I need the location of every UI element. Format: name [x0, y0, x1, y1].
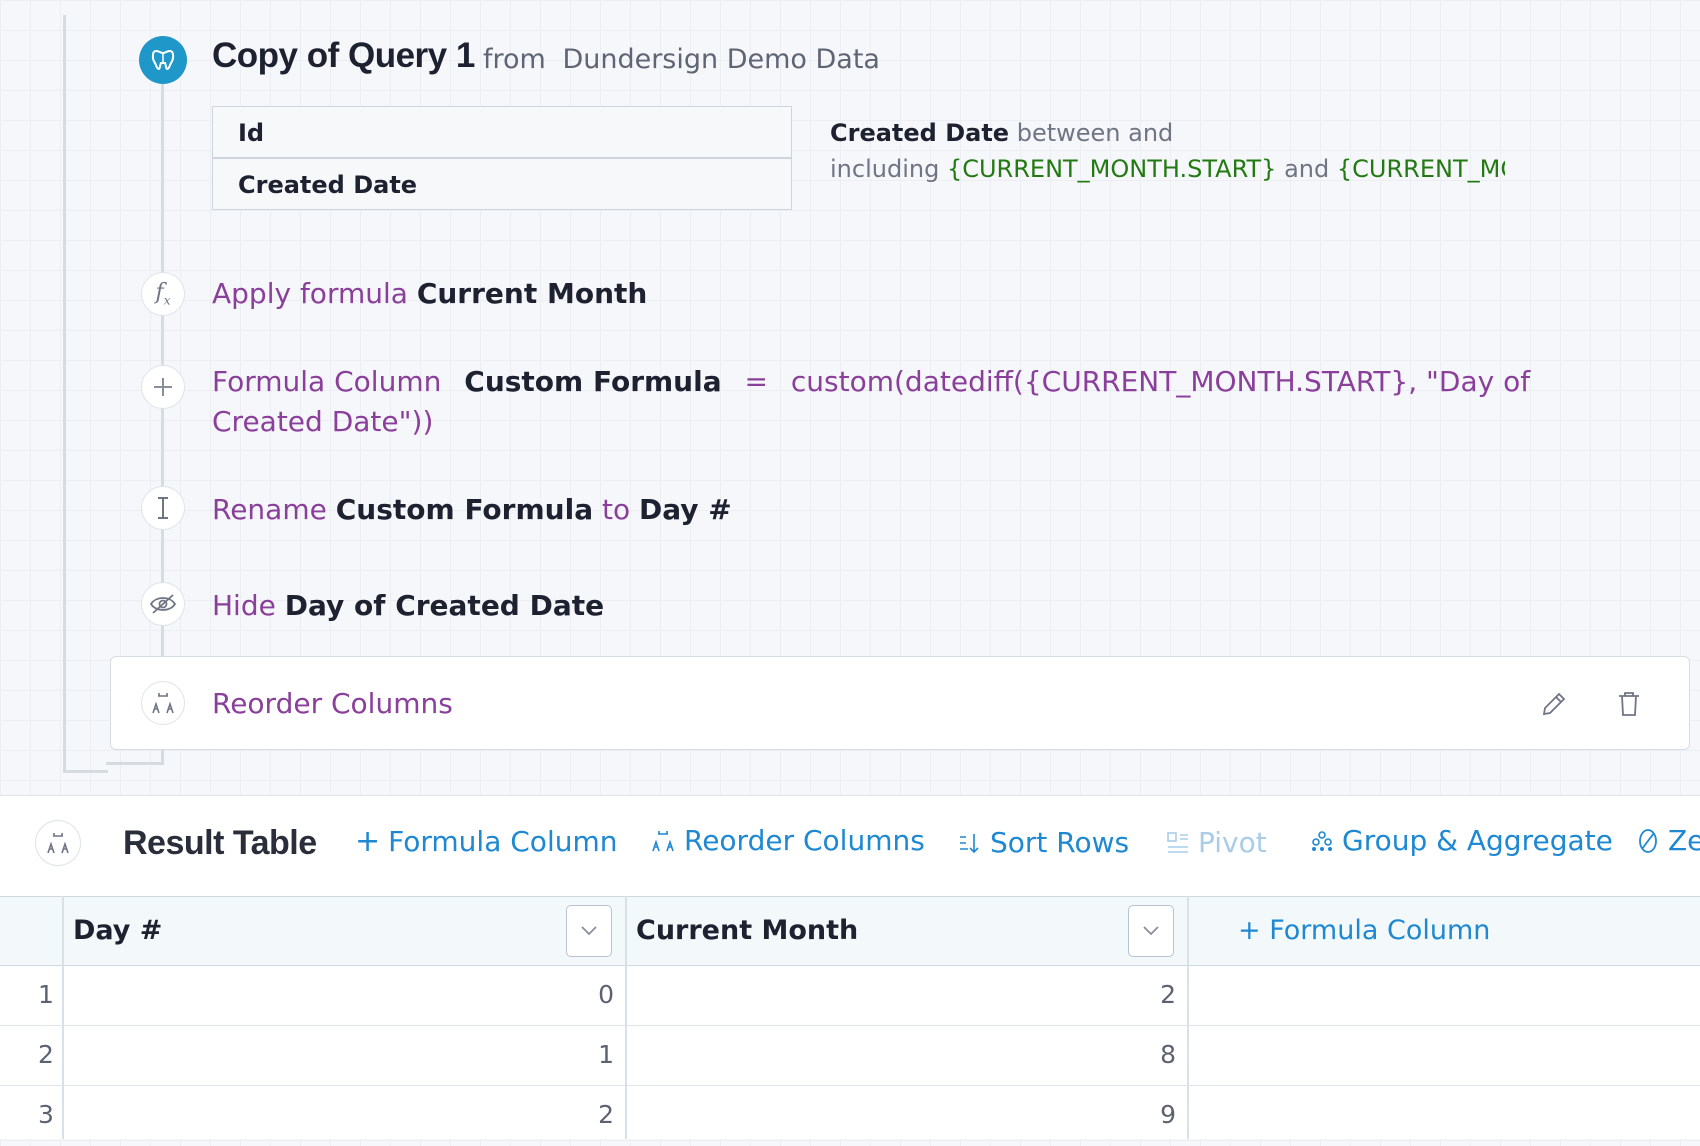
button-label: Pivot: [1198, 826, 1267, 859]
table-row: 3 2 9: [0, 1086, 1700, 1146]
reorder-icon: [652, 830, 674, 851]
toolbar-reorder-columns-button[interactable]: Reorder Columns: [650, 824, 925, 857]
rename-from: Custom Formula: [335, 493, 594, 526]
row-number: 3: [38, 1100, 54, 1129]
elephant-icon: [151, 49, 175, 71]
pipeline-connector: [106, 762, 164, 765]
rename-cursor-icon[interactable]: [141, 486, 185, 530]
reorder-icon: [141, 681, 185, 725]
formula-expression-continued: Created Date")): [212, 405, 433, 438]
eye-slash-icon[interactable]: [141, 582, 185, 626]
step-target: Current Month: [416, 277, 648, 310]
cell-current-month[interactable]: 8: [1160, 1040, 1176, 1069]
step-action: Formula Column: [212, 365, 442, 398]
column-header-label: Day #: [73, 915, 163, 946]
step-apply-formula[interactable]: Apply formula Current Month: [212, 277, 647, 310]
cell-day[interactable]: 2: [598, 1100, 614, 1129]
plus-icon: +: [1238, 915, 1261, 946]
column-header-label: Current Month: [636, 915, 859, 946]
result-table-title: Result Table: [123, 824, 317, 862]
button-label: Ze: [1668, 824, 1700, 857]
table-row: 2 1 8: [0, 1026, 1700, 1086]
add-formula-column-header[interactable]: + Formula Column: [1188, 896, 1700, 966]
result-table-icon: [35, 820, 81, 866]
step-action: Reorder Columns: [212, 687, 453, 720]
filter-line-2: including {CURRENT_MONTH.START} and {CUR…: [830, 155, 1505, 183]
from-label: from: [483, 44, 546, 75]
trash-icon[interactable]: [1612, 687, 1646, 721]
result-table-panel: Result Table + Formula Column Reorder Co…: [0, 795, 1700, 1139]
button-label: Sort Rows: [990, 826, 1130, 859]
filter-including: including: [830, 155, 940, 183]
sort-icon: [960, 833, 979, 853]
postgres-icon[interactable]: [139, 36, 187, 84]
cell-day[interactable]: 1: [598, 1040, 614, 1069]
table-row: 1 0 2: [0, 966, 1700, 1026]
toolbar-formula-column-button[interactable]: + Formula Column: [355, 824, 618, 859]
rename-to: Day #: [639, 493, 732, 526]
toolbar-pivot-button[interactable]: Pivot: [1166, 826, 1267, 859]
group-icon: [1312, 830, 1332, 851]
formula-fx-icon[interactable]: fx: [141, 272, 185, 316]
filter-end-variable: {CURRENT_MONTI: [1336, 155, 1505, 183]
formula-equals: =: [744, 365, 768, 398]
formula-expression: custom(datediff({CURRENT_MONTH.START}, "…: [790, 365, 1531, 398]
cell-current-month[interactable]: 9: [1160, 1100, 1176, 1129]
filter-field: Created Date: [830, 119, 1010, 147]
field-created-date[interactable]: Created Date: [212, 158, 792, 210]
chevron-down-icon: [581, 926, 597, 936]
source-name: Dundersign Demo Data: [562, 44, 880, 75]
chevron-down-icon: [1143, 926, 1159, 936]
pivot-icon: [1167, 831, 1188, 853]
button-label: Reorder Columns: [684, 824, 925, 857]
field-label: Id: [238, 119, 265, 147]
add-formula-column-button[interactable]: + Formula Column: [1238, 915, 1490, 946]
step-reorder-columns-card[interactable]: Reorder Columns: [110, 656, 1690, 750]
query-source[interactable]: from Dundersign Demo Data: [483, 44, 880, 75]
button-label: Group & Aggregate: [1342, 824, 1613, 857]
toolbar-group-aggregate-button[interactable]: Group & Aggregate: [1310, 824, 1613, 857]
step-action: Hide: [212, 589, 276, 622]
filter-and: and: [1284, 155, 1330, 183]
row-number: 1: [38, 980, 54, 1009]
step-rename[interactable]: Rename Custom Formula to Day #: [212, 493, 732, 526]
toolbar-zero-fill-button[interactable]: Ze: [1636, 824, 1700, 857]
result-grid: Day # Current Month + Formula Column 1 0…: [0, 896, 1700, 1139]
plus-icon[interactable]: [141, 365, 185, 409]
filter-start-variable: {CURRENT_MONTH.START}: [946, 155, 1277, 183]
cell-current-month[interactable]: 2: [1160, 980, 1176, 1009]
field-id[interactable]: Id: [212, 106, 792, 158]
step-action: Apply formula: [212, 277, 408, 310]
column-divider: [62, 896, 64, 1139]
column-header-day[interactable]: Day #: [63, 896, 626, 966]
row-number: 2: [38, 1040, 54, 1069]
plus-icon: +: [355, 824, 381, 859]
query-title[interactable]: Copy of Query 1: [212, 36, 475, 76]
column-divider: [1187, 896, 1189, 1139]
button-label: Formula Column: [1269, 915, 1491, 946]
cell-day[interactable]: 0: [598, 980, 614, 1009]
step-formula-column[interactable]: Formula Column Custom Formula = custom(d…: [212, 365, 1530, 398]
step-hide[interactable]: Hide Day of Created Date: [212, 589, 604, 622]
step-action: Rename: [212, 493, 327, 526]
step-label: Reorder Columns: [212, 687, 453, 720]
column-dropdown-button[interactable]: [566, 905, 612, 957]
hide-target: Day of Created Date: [284, 589, 605, 622]
toolbar-sort-rows-button[interactable]: Sort Rows: [958, 826, 1129, 859]
column-header-current-month[interactable]: Current Month: [626, 896, 1188, 966]
button-label: Formula Column: [388, 825, 618, 858]
formula-name: Custom Formula: [464, 365, 722, 398]
filter-operator: between and: [1016, 119, 1174, 147]
formula-expression-tail: Created Date")): [212, 405, 434, 438]
column-divider: [625, 896, 627, 1139]
rename-to-word: to: [602, 493, 631, 526]
pipeline-outer-line: [63, 15, 66, 773]
pipeline-bottom-line: [63, 770, 108, 773]
row-number-header: [0, 896, 63, 966]
column-dropdown-button[interactable]: [1128, 905, 1174, 957]
pencil-icon[interactable]: [1537, 687, 1571, 721]
filter-line-1: Created Date between and: [830, 119, 1505, 147]
zero-icon: [1639, 828, 1657, 853]
field-label: Created Date: [238, 171, 418, 199]
